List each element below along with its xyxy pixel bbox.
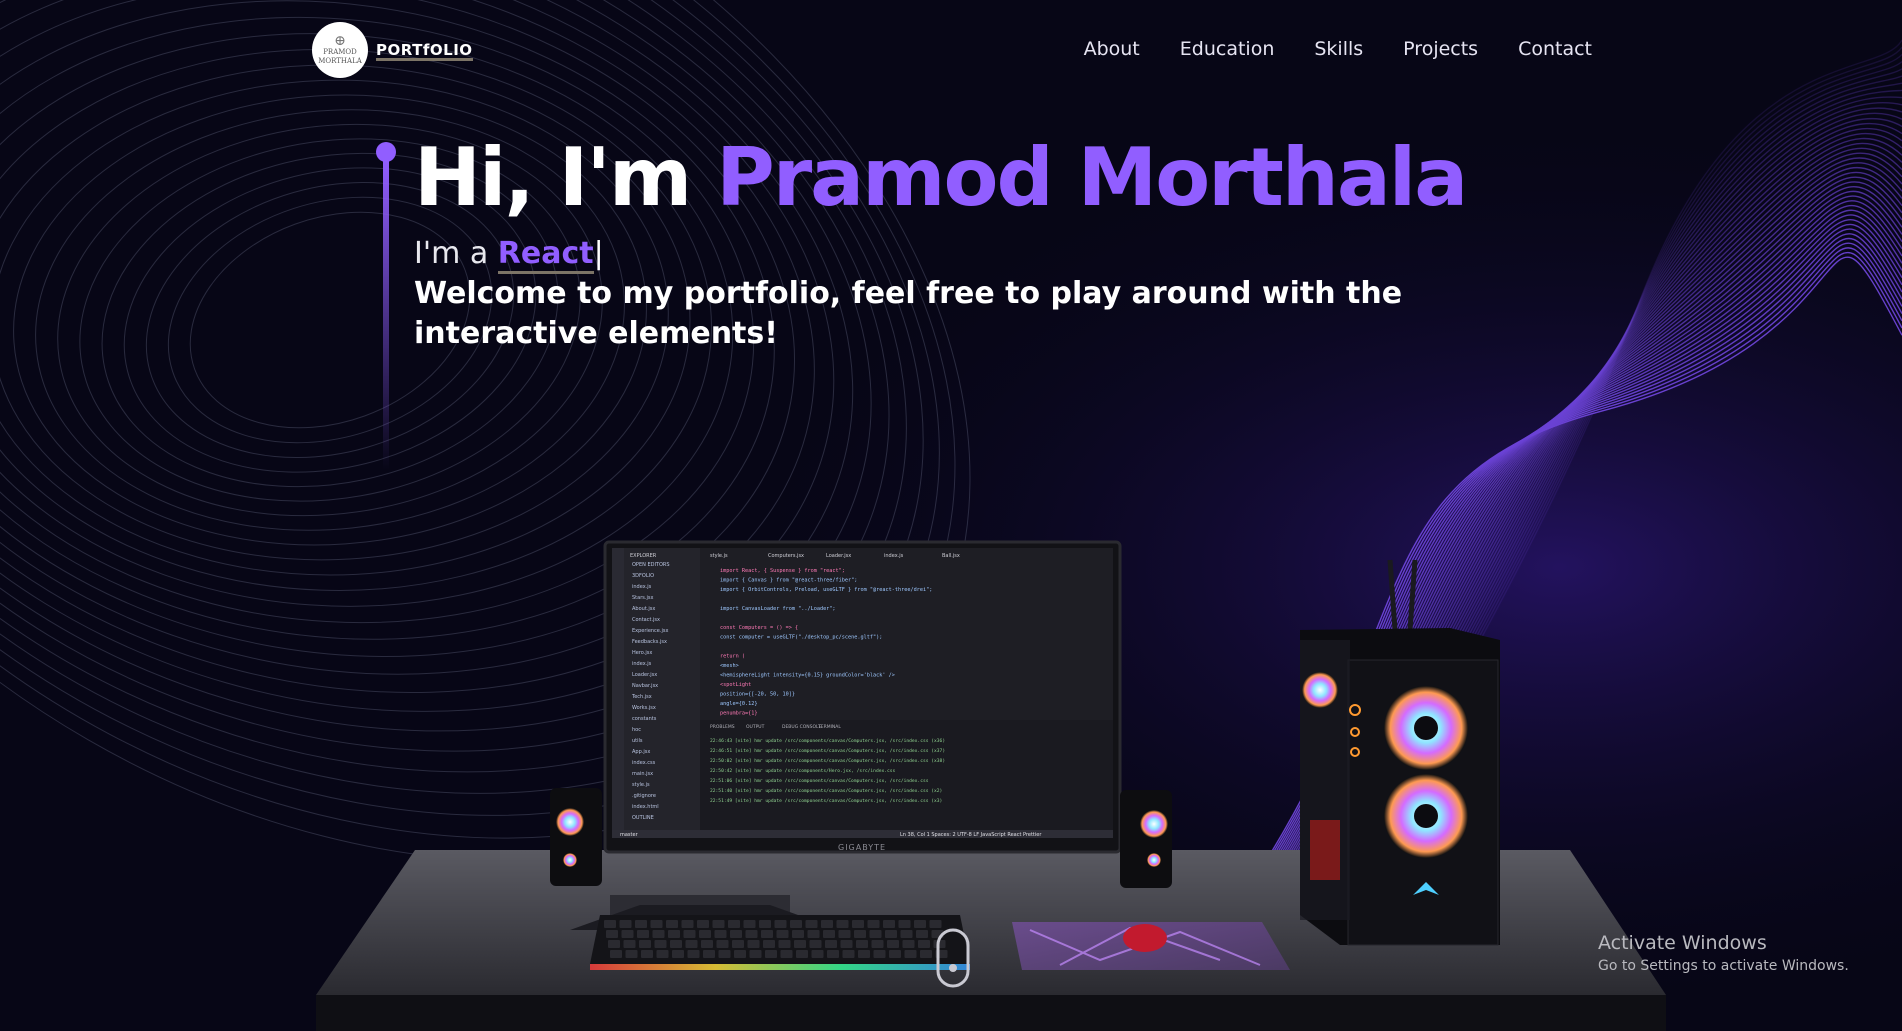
typing-cursor: | (593, 236, 604, 271)
typing-word: React (497, 236, 594, 274)
hero-accent-line (383, 160, 389, 470)
mousepad (1012, 922, 1290, 970)
explorer-file: Stars.jsx (632, 595, 653, 601)
code-line: <hemisphereLight intensity={0.15} ground… (720, 673, 895, 679)
brand-title[interactable]: PORTfOLIO (376, 42, 473, 61)
panel-tab[interactable]: TERMINAL (817, 724, 841, 730)
explorer-file: style.js (632, 782, 650, 788)
explorer-file: index.js (632, 584, 652, 590)
code-line: <spotLight (720, 682, 751, 688)
editor-tab[interactable]: index.js (884, 553, 904, 559)
desktop-pc-3d-canvas[interactable]: EXPLORER OPEN EDITORS 3DFOLIO index.js Star… (300, 520, 1700, 1031)
navbar: ⊕ PRAMOD MORTHALA PORTfOLIO About Educat… (0, 0, 1902, 100)
explorer-file: index.html (632, 804, 659, 810)
editor-tab[interactable]: style.js (710, 553, 728, 559)
explorer-file: Hero.jsx (632, 650, 652, 656)
hero-greeting: Hi, I'm (414, 131, 717, 224)
code-line: penumbra={1} (720, 711, 757, 717)
nav-link-skills[interactable]: Skills (1314, 38, 1363, 60)
monitor-brand-label: GIGABYTE (838, 843, 886, 852)
terminal-line: 22:51:49 [vite] hmr update /src/componen… (710, 798, 942, 804)
hero-title: Hi, I'm Pramod Morthala (414, 128, 1468, 228)
typing-text: I'm a React| (414, 236, 604, 274)
logo-emblem-icon: ⊕ (334, 33, 346, 49)
logo[interactable]: ⊕ PRAMOD MORTHALA (312, 22, 368, 78)
code-line: return ( (720, 654, 745, 660)
watermark-line1: Activate Windows (1598, 932, 1767, 954)
terminal-line: 22:51:06 [vite] hmr update /src/componen… (710, 778, 929, 784)
nav-link-projects[interactable]: Projects (1403, 38, 1478, 60)
hero-name: Pramod Morthala (716, 131, 1468, 224)
panel-tab[interactable]: PROBLEMS (710, 724, 735, 730)
code-line: angle={0.12} (720, 701, 757, 707)
editor-tab[interactable]: Computers.jsx (768, 553, 804, 559)
explorer-file: index.css (632, 760, 656, 766)
code-line: const computer = useGLTF("./desktop_pc/s… (720, 635, 882, 641)
explorer-title: EXPLORER (630, 553, 657, 559)
explorer-file: Tech.jsx (631, 694, 652, 700)
explorer-file: Contact.jsx (632, 617, 660, 623)
keyboard (590, 915, 970, 970)
explorer-file: Works.jsx (632, 705, 656, 711)
code-line: import React, { Suspense } from "react"; (720, 568, 845, 574)
explorer-file: Navbar.jsx (632, 683, 658, 689)
nav-link-contact[interactable]: Contact (1518, 38, 1592, 60)
speaker-left (550, 788, 602, 886)
panel-tab[interactable]: OUTPUT (746, 724, 765, 730)
explorer-file: Experience.jsx (632, 628, 668, 634)
explorer-file: constants (632, 716, 657, 722)
code-line: <mesh> (720, 663, 739, 669)
nav-menu: About Education Skills Projects Contact (1084, 38, 1592, 60)
status-bar-left: master (620, 832, 639, 838)
explorer-file: utils (632, 738, 643, 744)
explorer-file: App.jsx (632, 749, 650, 755)
explorer-file: About.jsx (632, 606, 655, 612)
terminal-line: 22:50:42 [vite] hmr update /src/componen… (710, 768, 896, 774)
code-line: const Computers = () => { (720, 625, 798, 631)
terminal-line: 22:50:02 [vite] hmr update /src/componen… (710, 758, 945, 764)
nav-link-education[interactable]: Education (1180, 38, 1275, 60)
welcome-text: Welcome to my portfolio, feel free to pl… (414, 276, 1403, 351)
logo-text-line1: PRAMOD (323, 48, 357, 56)
explorer-file: 3DFOLIO (632, 573, 654, 579)
explorer-file: index.js (632, 661, 652, 667)
explorer-file: hoc (632, 727, 641, 733)
watermark-line2: Go to Settings to activate Windows. (1598, 958, 1849, 974)
typing-prefix: I'm a (414, 236, 498, 271)
explorer-file: .gitignore (632, 793, 656, 799)
explorer-file: main.jsx (632, 771, 653, 777)
code-line: import { OrbitControls, Preload, useGLTF… (720, 587, 932, 593)
explorer-file: OUTLINE (632, 815, 654, 821)
terminal-line: 22:51:40 [vite] hmr update /src/componen… (710, 788, 942, 794)
panel-tab[interactable]: DEBUG CONSOLE (782, 724, 822, 730)
status-bar-right: Ln 38, Col 1 Spaces: 2 UTF-8 LF JavaScri… (900, 832, 1042, 838)
explorer-file: OPEN EDITORS (632, 562, 670, 568)
hero-accent-dot (376, 142, 396, 162)
terminal-line: 22:46:43 [vite] hmr update /src/componen… (710, 738, 945, 744)
code-line: import CanvasLoader from "../Loader"; (720, 606, 836, 612)
explorer-file: Feedbacks.jsx (632, 639, 667, 645)
code-line: position={[-20, 50, 10]} (720, 692, 795, 698)
editor-tab[interactable]: Ball.jsx (942, 553, 960, 559)
speaker-right (1120, 790, 1172, 888)
terminal-line: 22:46:51 [vite] hmr update /src/componen… (710, 748, 945, 754)
explorer-file: Loader.jsx (632, 672, 657, 678)
editor-tab[interactable]: Loader.jsx (826, 553, 851, 559)
activate-windows-watermark: Activate Windows Go to Settings to activ… (1598, 932, 1849, 974)
nav-link-about[interactable]: About (1084, 38, 1140, 60)
code-line: import { Canvas } from "@react-three/fib… (720, 578, 857, 584)
logo-text-line2: MORTHALA (318, 57, 362, 65)
pc-tower (1300, 559, 1500, 946)
